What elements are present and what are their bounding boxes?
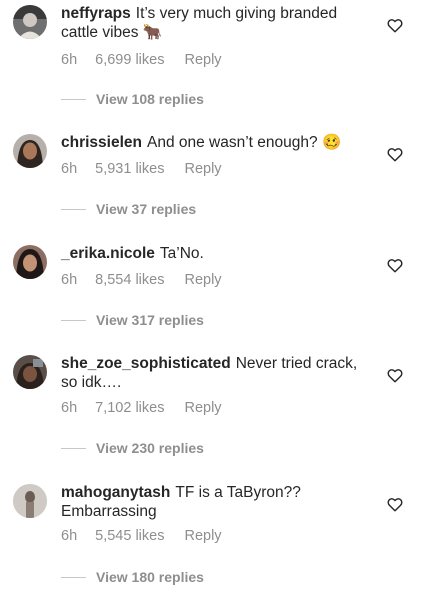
- comment-meta: 6h 6,699 likes Reply: [61, 52, 222, 68]
- avatar[interactable]: [13, 245, 47, 279]
- comment-text: she_zoe_sophisticated Never tried crack, …: [61, 354, 361, 392]
- view-replies-button[interactable]: View 180 replies: [61, 569, 204, 587]
- heart-icon[interactable]: [387, 147, 403, 162]
- replies-divider: [61, 576, 86, 578]
- comment-username[interactable]: _erika.nicole: [61, 245, 155, 262]
- comment-meta: 6h 5,931 likes Reply: [61, 161, 222, 177]
- heart-icon[interactable]: [387, 368, 403, 383]
- avatar[interactable]: [13, 134, 47, 168]
- comment-text: chrissielen And one wasn’t enough? 🥴: [61, 133, 361, 152]
- reply-button[interactable]: Reply: [184, 161, 221, 177]
- view-replies-label: View 37 replies: [96, 201, 197, 217]
- view-replies-button[interactable]: View 230 replies: [61, 440, 204, 458]
- avatar[interactable]: [13, 355, 47, 389]
- comment-meta: 6h 8,554 likes Reply: [61, 272, 222, 288]
- comment-time: 6h: [61, 52, 78, 68]
- avatar[interactable]: [13, 484, 47, 518]
- comment-username[interactable]: mahoganytash: [61, 484, 170, 501]
- comment-meta: 6h 5,545 likes Reply: [61, 528, 222, 544]
- view-replies-label: View 108 replies: [96, 91, 204, 107]
- reply-button[interactable]: Reply: [184, 272, 221, 288]
- view-replies-label: View 230 replies: [96, 440, 204, 456]
- comment-likes[interactable]: 6,699 likes: [95, 52, 164, 68]
- comment-body: Ta’No.: [159, 245, 204, 262]
- avatar[interactable]: [13, 5, 47, 39]
- comment-time: 6h: [61, 528, 78, 544]
- comment-likes[interactable]: 5,931 likes: [95, 161, 164, 177]
- replies-divider: [61, 98, 86, 100]
- reply-button[interactable]: Reply: [184, 528, 221, 544]
- replies-divider: [61, 319, 86, 321]
- comment-meta: 6h 7,102 likes Reply: [61, 400, 222, 416]
- comment-likes[interactable]: 5,545 likes: [95, 528, 164, 544]
- replies-divider: [61, 208, 86, 210]
- comment-likes[interactable]: 7,102 likes: [95, 400, 164, 416]
- view-replies-button[interactable]: View 37 replies: [61, 201, 196, 219]
- comment-username[interactable]: chrissielen: [61, 134, 142, 151]
- view-replies-label: View 317 replies: [96, 312, 204, 328]
- comment-likes[interactable]: 8,554 likes: [95, 272, 164, 288]
- comment-time: 6h: [61, 161, 78, 177]
- reply-button[interactable]: Reply: [184, 400, 221, 416]
- comment-body: And one wasn’t enough? 🥴: [147, 134, 342, 151]
- replies-divider: [61, 447, 86, 449]
- comment-username[interactable]: she_zoe_sophisticated: [61, 355, 231, 372]
- view-replies-button[interactable]: View 317 replies: [61, 312, 204, 330]
- reply-button[interactable]: Reply: [184, 52, 221, 68]
- comment-text: _erika.nicole Ta’No.: [61, 244, 361, 263]
- heart-icon[interactable]: [387, 258, 403, 273]
- view-replies-label: View 180 replies: [96, 569, 204, 585]
- view-replies-button[interactable]: View 108 replies: [61, 91, 204, 109]
- comment-text: neffyraps It’s very much giving branded c…: [61, 4, 361, 42]
- heart-icon[interactable]: [387, 497, 403, 512]
- comment-username[interactable]: neffyraps: [61, 5, 131, 22]
- heart-icon[interactable]: [387, 18, 403, 33]
- comment-time: 6h: [61, 400, 78, 416]
- comment-time: 6h: [61, 272, 78, 288]
- comment-text: mahoganytash TF is a TaByron?? Embarrassi…: [61, 483, 361, 521]
